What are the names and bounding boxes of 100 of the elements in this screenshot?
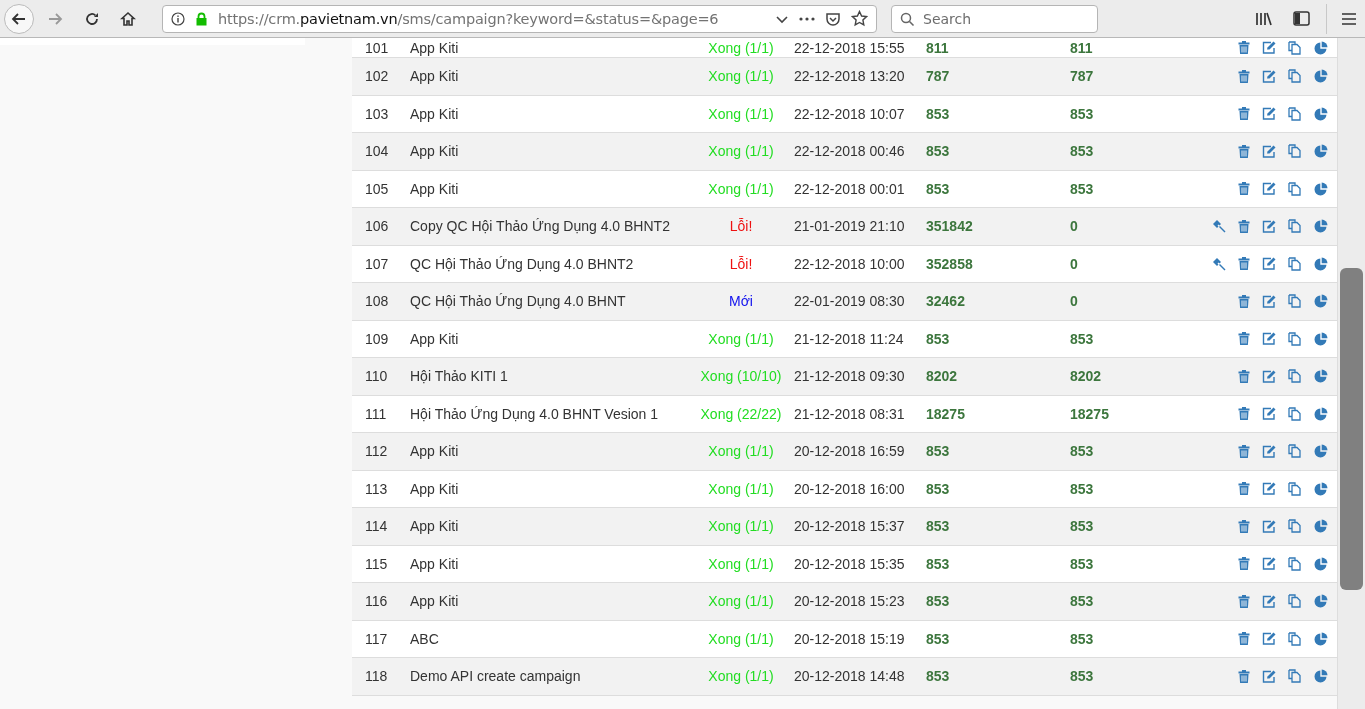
back-arrow-icon (11, 12, 26, 25)
trash-icon[interactable] (1238, 294, 1250, 308)
edit-icon[interactable] (1262, 219, 1276, 233)
edit-icon[interactable] (1262, 632, 1276, 646)
edit-icon[interactable] (1262, 144, 1276, 158)
copy-icon[interactable] (1288, 219, 1302, 234)
trash-icon[interactable] (1238, 407, 1250, 421)
copy-icon[interactable] (1288, 256, 1302, 271)
trash-icon[interactable] (1238, 257, 1250, 271)
trash-icon[interactable] (1238, 557, 1250, 571)
copy-icon[interactable] (1288, 556, 1302, 571)
copy-icon[interactable] (1288, 331, 1302, 346)
info-icon[interactable] (171, 11, 185, 26)
date-time: 21-12-2018 08:31 (794, 405, 906, 422)
sent-count: 8202 (926, 368, 959, 385)
trash-icon[interactable] (1238, 519, 1250, 533)
trash-icon[interactable] (1238, 594, 1250, 608)
copy-icon[interactable] (1288, 181, 1302, 196)
edit-icon[interactable] (1262, 482, 1276, 496)
edit-icon[interactable] (1262, 69, 1276, 83)
pie-chart-icon[interactable] (1314, 594, 1328, 609)
trash-icon[interactable] (1238, 444, 1250, 458)
pie-chart-icon[interactable] (1314, 40, 1328, 55)
edit-icon[interactable] (1262, 182, 1276, 196)
edit-icon[interactable] (1262, 294, 1276, 308)
copy-icon[interactable] (1288, 406, 1302, 421)
edit-icon[interactable] (1262, 41, 1276, 54)
copy-icon[interactable] (1288, 369, 1302, 384)
pie-chart-icon[interactable] (1314, 631, 1328, 646)
menu-icon[interactable] (1341, 11, 1357, 26)
sent-count: 853 (926, 143, 951, 160)
copy-icon[interactable] (1288, 294, 1302, 309)
pie-chart-icon[interactable] (1314, 144, 1328, 159)
edit-icon[interactable] (1262, 332, 1276, 346)
trash-icon[interactable] (1238, 69, 1250, 83)
pie-chart-icon[interactable] (1314, 481, 1328, 496)
copy-icon[interactable] (1288, 40, 1302, 55)
edit-icon[interactable] (1262, 519, 1276, 533)
pie-chart-icon[interactable] (1314, 406, 1328, 421)
pie-chart-icon[interactable] (1314, 519, 1328, 534)
pie-chart-icon[interactable] (1314, 106, 1328, 121)
row-number: 103 (364, 105, 390, 122)
campaign-name: App Kiti (410, 68, 460, 85)
edit-icon[interactable] (1262, 594, 1276, 608)
campaign-name: QC Hội Thảo Ứng Dụng 4.0 BHNT (410, 293, 627, 310)
status-label: Lỗi! (728, 218, 754, 235)
edit-icon[interactable] (1262, 557, 1276, 571)
edit-icon[interactable] (1262, 444, 1276, 458)
pie-chart-icon[interactable] (1314, 331, 1328, 346)
hammer-icon[interactable] (1212, 256, 1226, 271)
trash-icon[interactable] (1238, 369, 1250, 383)
sent-count: 853 (926, 180, 951, 197)
campaign-name: App Kiti (410, 518, 460, 535)
search-field[interactable]: Search (891, 4, 1098, 33)
pie-chart-icon[interactable] (1314, 369, 1328, 384)
pie-chart-icon[interactable] (1314, 294, 1328, 309)
success-count: 18275 (1070, 405, 1110, 422)
pie-chart-icon[interactable] (1314, 69, 1328, 84)
pie-chart-icon[interactable] (1314, 669, 1328, 684)
home-icon[interactable] (120, 10, 136, 27)
copy-icon[interactable] (1288, 594, 1302, 609)
trash-icon[interactable] (1238, 632, 1250, 646)
campaign-name: App Kiti (410, 143, 460, 160)
copy-icon[interactable] (1288, 69, 1302, 84)
copy-icon[interactable] (1288, 144, 1302, 159)
copy-icon[interactable] (1288, 481, 1302, 496)
more-icon[interactable] (799, 16, 815, 21)
address-bar[interactable]: https://crm.pavietnam.vn/sms/campaign?keyword=&status=&page=6 (162, 4, 877, 33)
copy-icon[interactable] (1288, 631, 1302, 646)
copy-icon[interactable] (1288, 106, 1302, 121)
copy-icon[interactable] (1288, 669, 1302, 684)
edit-icon[interactable] (1262, 407, 1276, 421)
trash-icon[interactable] (1238, 144, 1250, 158)
sidebar-icon[interactable] (1293, 11, 1310, 26)
trash-icon[interactable] (1238, 107, 1250, 121)
pie-chart-icon[interactable] (1314, 219, 1328, 234)
trash-icon[interactable] (1238, 182, 1250, 196)
trash-icon[interactable] (1238, 41, 1250, 54)
hammer-icon[interactable] (1212, 219, 1226, 234)
copy-icon[interactable] (1288, 444, 1302, 459)
trash-icon[interactable] (1238, 669, 1250, 683)
edit-icon[interactable] (1262, 369, 1276, 383)
pie-chart-icon[interactable] (1314, 556, 1328, 571)
pie-chart-icon[interactable] (1314, 256, 1328, 271)
back-button[interactable] (4, 3, 34, 34)
trash-icon[interactable] (1238, 482, 1250, 496)
edit-icon[interactable] (1262, 107, 1276, 121)
trash-icon[interactable] (1238, 219, 1250, 233)
edit-icon[interactable] (1262, 257, 1276, 271)
edit-icon[interactable] (1262, 669, 1276, 683)
copy-icon[interactable] (1288, 519, 1302, 534)
reload-icon[interactable] (84, 10, 100, 27)
pie-chart-icon[interactable] (1314, 181, 1328, 196)
campaign-name: App Kiti (410, 593, 460, 610)
pocket-icon[interactable] (825, 10, 841, 27)
trash-icon[interactable] (1238, 332, 1250, 346)
pie-chart-icon[interactable] (1314, 444, 1328, 459)
library-icon[interactable] (1255, 10, 1273, 27)
scrollbar-thumb[interactable] (1340, 268, 1363, 590)
star-icon[interactable] (851, 10, 868, 27)
